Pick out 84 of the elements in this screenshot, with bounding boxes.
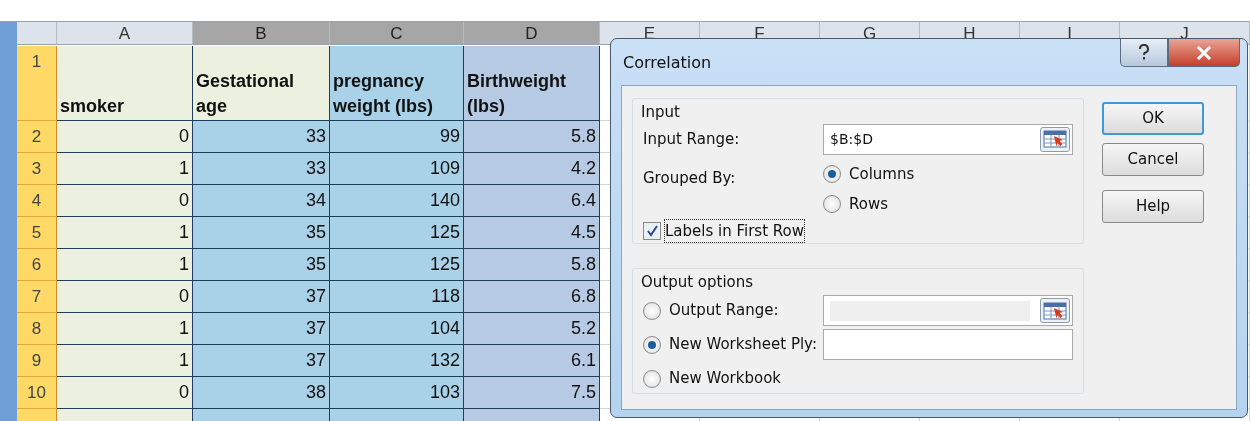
row-header[interactable]: 3 <box>17 153 57 185</box>
table-cell: 125 <box>330 249 464 281</box>
table-cell: 118 <box>330 281 464 313</box>
table-cell: 37 <box>193 281 330 313</box>
radio-button[interactable] <box>643 301 661 320</box>
table-cell: 99 <box>330 121 464 153</box>
radio-option[interactable]: Columns <box>823 162 1073 185</box>
table-cell: Gestational age <box>193 46 330 121</box>
table-cell: pregnancy weight (lbs) <box>330 46 464 121</box>
table-cell: 37 <box>193 313 330 345</box>
table-cell: smoker <box>57 46 193 121</box>
column-header[interactable]: B <box>193 22 330 45</box>
table-cell: 35 <box>193 249 330 281</box>
range-picker-icon <box>1043 130 1067 148</box>
table-cell: 37 <box>193 345 330 377</box>
dialog-button[interactable]: OK <box>1102 102 1204 135</box>
field-label: Grouped By: <box>643 167 736 189</box>
table-cell: 104 <box>330 313 464 345</box>
checkbox-label[interactable]: Labels in First Row <box>665 219 805 242</box>
table-cell: 1 <box>57 217 193 249</box>
table-cell: 140 <box>330 185 464 217</box>
table-cell: 0 <box>57 185 193 217</box>
table-cell: 4.2 <box>464 153 600 185</box>
radio-button[interactable] <box>643 369 661 388</box>
select-all-corner[interactable] <box>17 22 57 45</box>
close-icon <box>1196 45 1212 60</box>
range-picker-icon <box>1043 301 1067 320</box>
table-cell: 6.1 <box>464 345 600 377</box>
table-cell: 1 <box>57 249 193 281</box>
table-cell: 34 <box>193 185 330 217</box>
table-cell: 0 <box>57 281 193 313</box>
table-cell: 0 <box>57 121 193 153</box>
table-cell: 38 <box>193 377 330 409</box>
radio-button[interactable] <box>823 164 841 183</box>
column-header[interactable]: A <box>57 22 193 45</box>
row-header[interactable]: 6 <box>17 249 57 281</box>
table-cell: 1 <box>57 345 193 377</box>
radio-option[interactable]: New Workbook <box>643 367 782 390</box>
row-header[interactable]: 8 <box>17 313 57 345</box>
table-cell: 0 <box>57 377 193 409</box>
table-cell: 6.8 <box>464 281 600 313</box>
input-range-field[interactable]: $B:$D <box>823 123 1073 155</box>
radio-button[interactable] <box>823 195 841 214</box>
dialog-button[interactable]: Cancel <box>1102 143 1204 176</box>
help-icon <box>1138 44 1150 61</box>
table-cell: 35 <box>193 217 330 249</box>
table-cell: 4.5 <box>464 217 600 249</box>
table-cell: 1 <box>57 313 193 345</box>
worksheet-name-field[interactable] <box>823 329 1073 360</box>
close-button[interactable] <box>1168 39 1240 67</box>
table-cell: 7.5 <box>464 377 600 409</box>
table-cell: 1 <box>57 153 193 185</box>
table-cell: 33 <box>193 121 330 153</box>
checkbox[interactable] <box>643 221 661 240</box>
table-cell: 132 <box>330 345 464 377</box>
radio-button[interactable] <box>643 335 661 354</box>
radio-option[interactable]: Output Range: <box>643 299 779 322</box>
table-cell: 109 <box>330 153 464 185</box>
output-range-field[interactable] <box>823 295 1073 326</box>
row-header[interactable]: 9 <box>17 345 57 377</box>
group-title: Input <box>641 102 681 123</box>
row-header[interactable]: 2 <box>17 121 57 153</box>
table-cell: 5.2 <box>464 313 600 345</box>
row-header[interactable]: 1 <box>17 46 57 121</box>
table-cell: 6.4 <box>464 185 600 217</box>
table-cell: 103 <box>330 377 464 409</box>
radio-option[interactable]: New Worksheet Ply: <box>643 333 817 356</box>
group-title: Output options <box>641 272 755 293</box>
help-button[interactable] <box>1120 39 1168 67</box>
dialog-button[interactable]: Help <box>1102 190 1204 223</box>
column-header[interactable]: C <box>330 22 464 45</box>
dialog-title: Correlation <box>622 52 713 74</box>
row-header[interactable]: 7 <box>17 281 57 313</box>
row-header[interactable]: 10 <box>17 377 57 409</box>
table-cell: 5.8 <box>464 249 600 281</box>
table-cell: Birthweight (lbs) <box>464 46 600 121</box>
field-label: Input Range: <box>643 128 740 150</box>
table-cell: 125 <box>330 217 464 249</box>
table-cell: 33 <box>193 153 330 185</box>
row-header[interactable]: 5 <box>17 217 57 249</box>
radio-option[interactable]: Rows <box>823 193 1073 216</box>
table-cell: 5.8 <box>464 121 600 153</box>
column-header[interactable]: D <box>464 22 600 45</box>
row-header[interactable]: 4 <box>17 185 57 217</box>
